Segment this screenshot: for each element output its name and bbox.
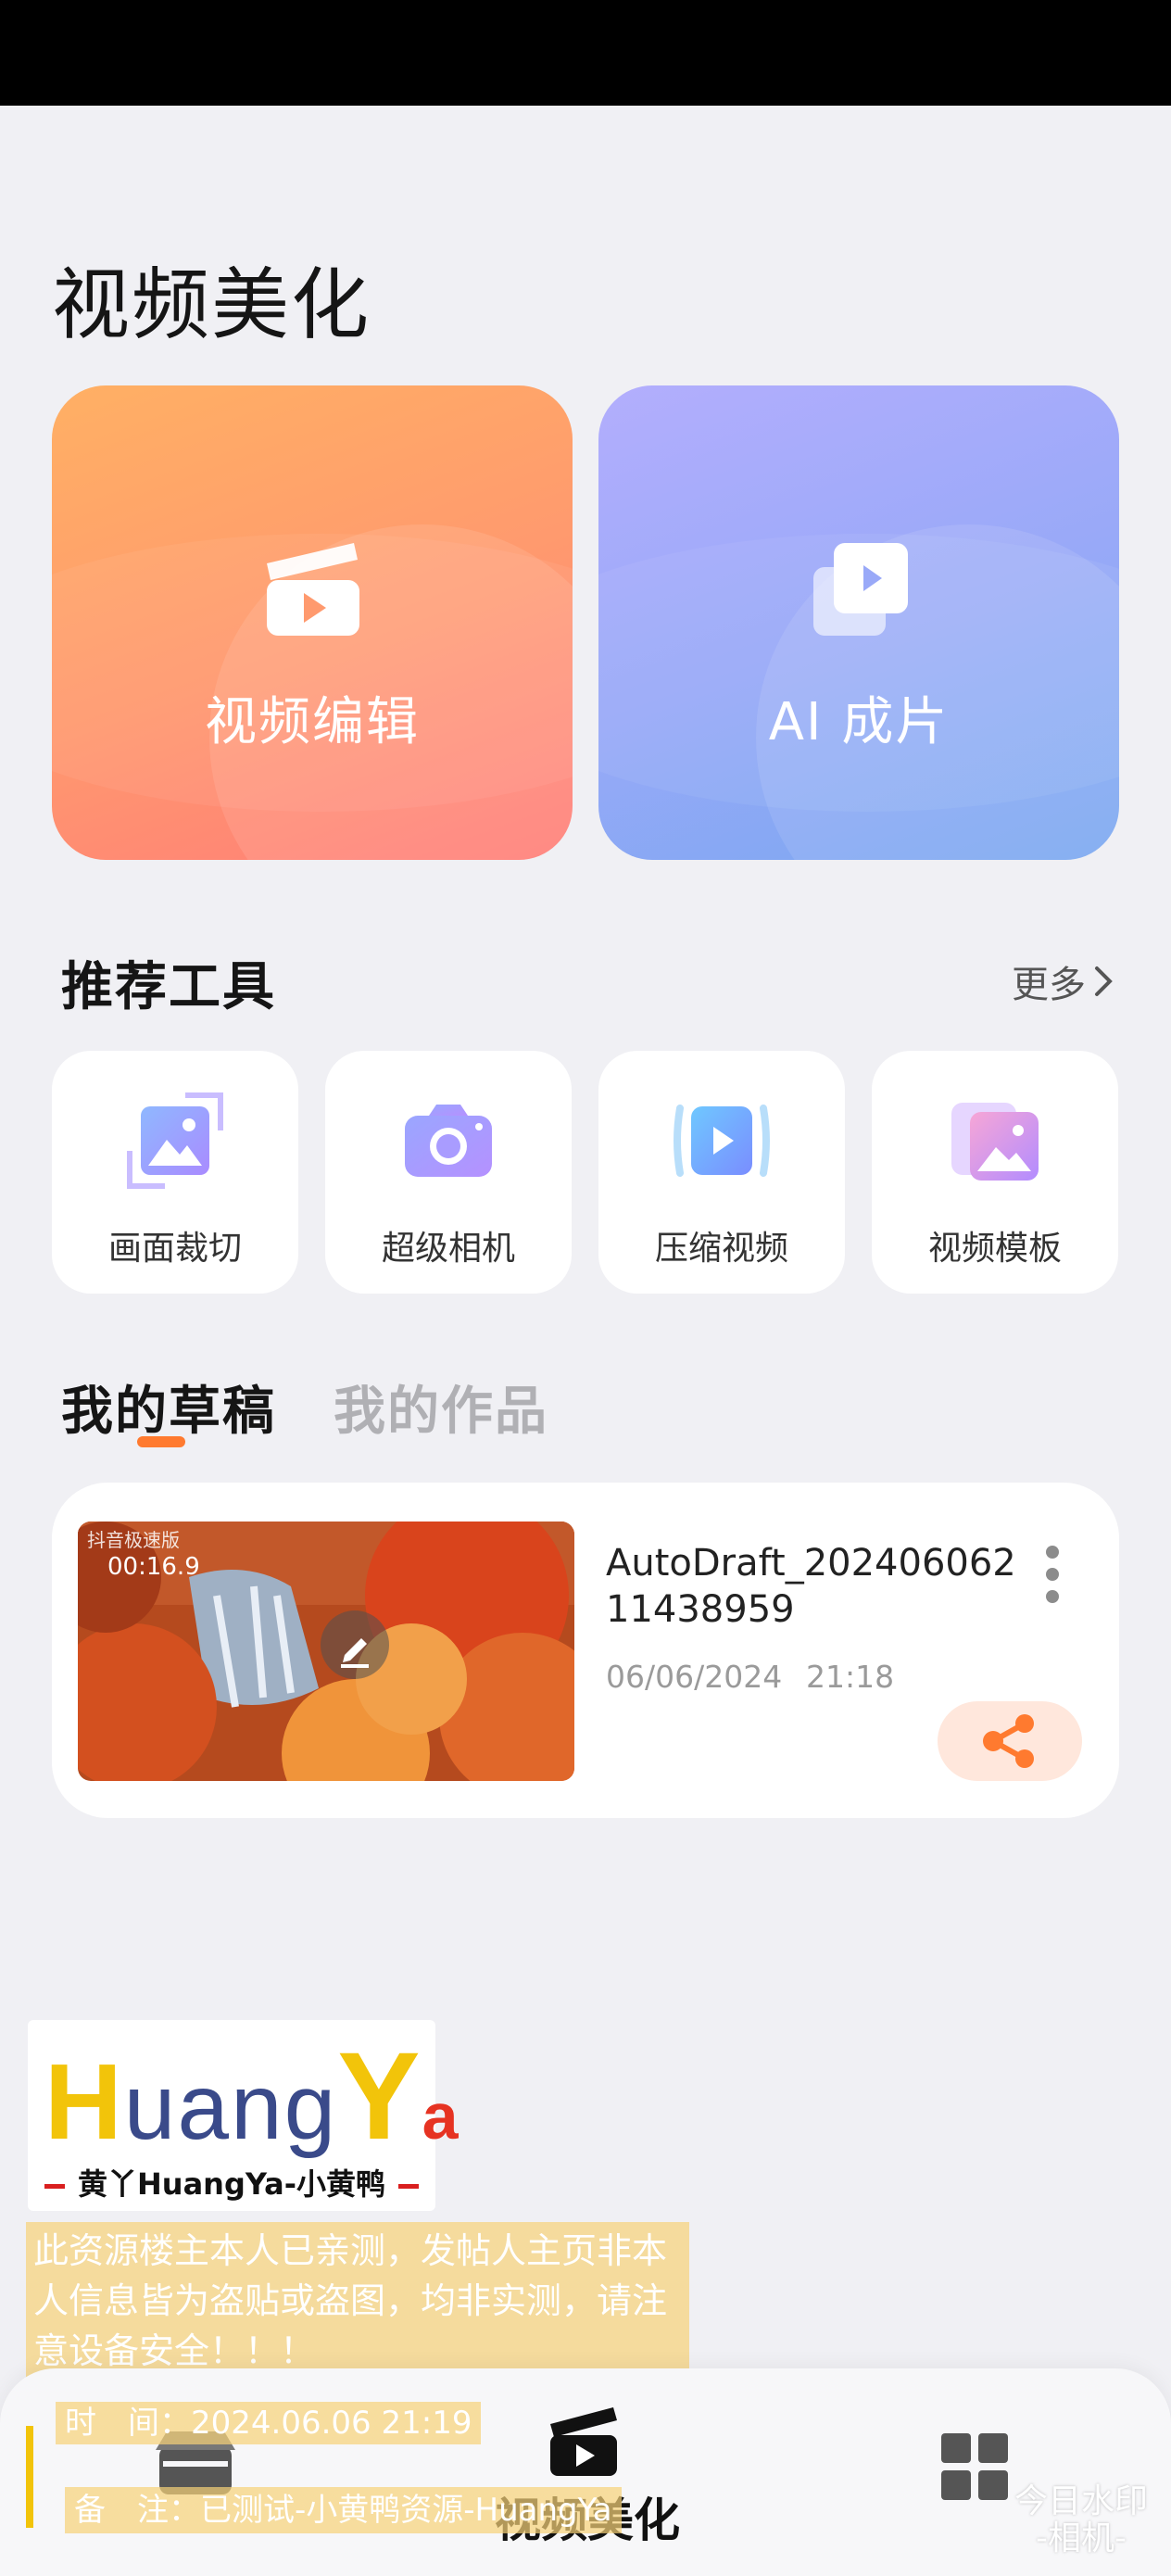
tab-my-works[interactable]: 我的作品 xyxy=(334,1370,548,1445)
tool-video-template[interactable]: 视频模板 xyxy=(872,1051,1118,1294)
ai-video-icon xyxy=(813,543,908,636)
tool-crop[interactable]: 画面裁切 xyxy=(52,1051,298,1294)
more-tools-link[interactable]: 更多 xyxy=(1012,954,1115,1008)
watermark-logo: HuangYa 黄丫HuangYa-小黄鸭 xyxy=(28,2020,459,2211)
video-edit-label: 视频编辑 xyxy=(205,692,420,752)
watermark-warning-text: 此资源楼主本人已亲测，发帖人主页非本人信息皆为盗贴或盗图，均非实测，请注意设备安… xyxy=(26,2222,689,2380)
apps-grid-icon[interactable] xyxy=(941,2433,1010,2502)
draft-time: 21:18 xyxy=(806,1659,895,1695)
ai-video-card[interactable]: AI 成片 xyxy=(598,385,1119,860)
template-icon xyxy=(951,1103,1039,1181)
crop-icon xyxy=(127,1092,223,1189)
draft-name: AutoDraft_20240606211438959 xyxy=(606,1542,1016,1631)
tool-label: 压缩视频 xyxy=(654,1230,788,1268)
tool-super-camera[interactable]: 超级相机 xyxy=(325,1051,572,1294)
edit-draft-button[interactable] xyxy=(321,1610,389,1679)
ai-video-label: AI 成片 xyxy=(768,692,950,752)
tab-my-drafts[interactable]: 我的草稿 xyxy=(61,1370,276,1445)
watermark-logo-wordmark: HuangYa xyxy=(44,2027,460,2166)
watermark-logo-subtitle: 黄丫HuangYa-小黄鸭 xyxy=(28,2161,435,2203)
video-edit-card[interactable]: 视频编辑 xyxy=(52,385,573,860)
pen-icon xyxy=(341,1638,369,1668)
tool-label: 画面裁切 xyxy=(107,1230,242,1268)
share-icon xyxy=(983,1714,1034,1768)
tool-compress-video[interactable]: 压缩视频 xyxy=(598,1051,845,1294)
tab-indicator xyxy=(137,1436,185,1447)
share-button[interactable] xyxy=(938,1701,1082,1781)
watermark-note: 备 注：已测试-小黄鸭资源-HuangYa xyxy=(65,2487,622,2533)
page-title: 视频美化 xyxy=(52,259,371,350)
more-label: 更多 xyxy=(1012,964,1086,1006)
watermark-stamp: 今日水印 -相机- xyxy=(1014,2482,1148,2557)
watermark-bar xyxy=(26,2426,33,2528)
more-options-icon[interactable] xyxy=(1041,1546,1064,1610)
clapperboard-icon xyxy=(267,543,359,636)
status-bar xyxy=(0,0,1171,106)
thumbnail-brand-text: 抖音极速版 xyxy=(87,1529,180,1551)
tool-label: 视频模板 xyxy=(927,1230,1062,1268)
draft-duration: 00:16.9 xyxy=(107,1553,200,1581)
watermark-time: 时 间：2024.06.06 21:19 xyxy=(56,2402,482,2444)
draft-card[interactable]: 抖音极速版 00:16.9 AutoDraft_2024060621143895… xyxy=(52,1483,1119,1818)
draft-thumbnail[interactable]: 抖音极速版 00:16.9 xyxy=(78,1522,574,1781)
chevron-right-icon xyxy=(1095,966,1113,996)
clapperboard-nav-icon[interactable] xyxy=(547,2404,621,2478)
draft-date: 06/06/2024 xyxy=(606,1659,783,1695)
section-title-tools: 推荐工具 xyxy=(61,957,276,1017)
camera-icon xyxy=(405,1105,492,1177)
tool-label: 超级相机 xyxy=(381,1230,515,1268)
compress-video-icon xyxy=(674,1105,770,1177)
